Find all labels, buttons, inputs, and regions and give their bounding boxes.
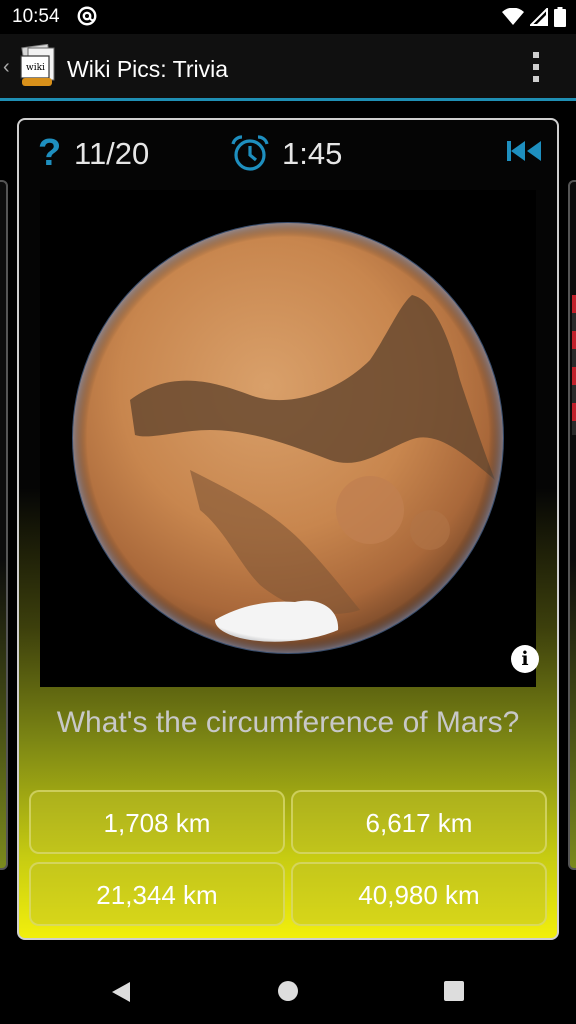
countdown-timer: 1:45 (282, 136, 343, 171)
alarm-clock-icon (231, 135, 269, 171)
answer-button-3[interactable]: 21,344 km (29, 862, 285, 926)
app-title: Wiki Pics: Trivia (67, 56, 228, 82)
question-text: What's the circumference of Mars? (56, 706, 520, 739)
mars-planet-photo[interactable] (40, 190, 536, 687)
question-mark-icon: ? (38, 132, 62, 174)
wifi-icon (502, 8, 524, 25)
info-icon[interactable]: i (511, 645, 539, 673)
recents-square-icon[interactable] (444, 981, 464, 1001)
question-progress: 11/20 (74, 136, 150, 171)
answer-button-1[interactable]: 1,708 km (29, 790, 285, 854)
answer-button-2[interactable]: 6,617 km (291, 790, 547, 854)
cell-signal-icon (530, 8, 548, 26)
next-card[interactable] (568, 180, 576, 870)
app-logo-icon[interactable]: wiki (18, 44, 58, 88)
answer-button-4[interactable]: 40,980 km (291, 862, 547, 926)
at-sign-icon (77, 6, 97, 26)
mars-image (72, 222, 504, 654)
app-bar-divider (0, 98, 576, 101)
svg-text:wiki: wiki (26, 63, 45, 73)
back-triangle-icon[interactable] (110, 980, 132, 1004)
skip-back-icon[interactable] (505, 140, 543, 162)
back-chevron-icon[interactable]: ‹ (3, 56, 10, 79)
status-icons (502, 6, 566, 28)
previous-card[interactable] (0, 180, 8, 870)
home-circle-icon[interactable] (278, 981, 298, 1001)
battery-icon (554, 7, 566, 27)
next-card-thumbnail (572, 295, 576, 435)
status-time: 10:54 (12, 6, 60, 27)
overflow-menu-icon[interactable] (528, 52, 544, 82)
status-bar: 10:54 (0, 0, 576, 34)
